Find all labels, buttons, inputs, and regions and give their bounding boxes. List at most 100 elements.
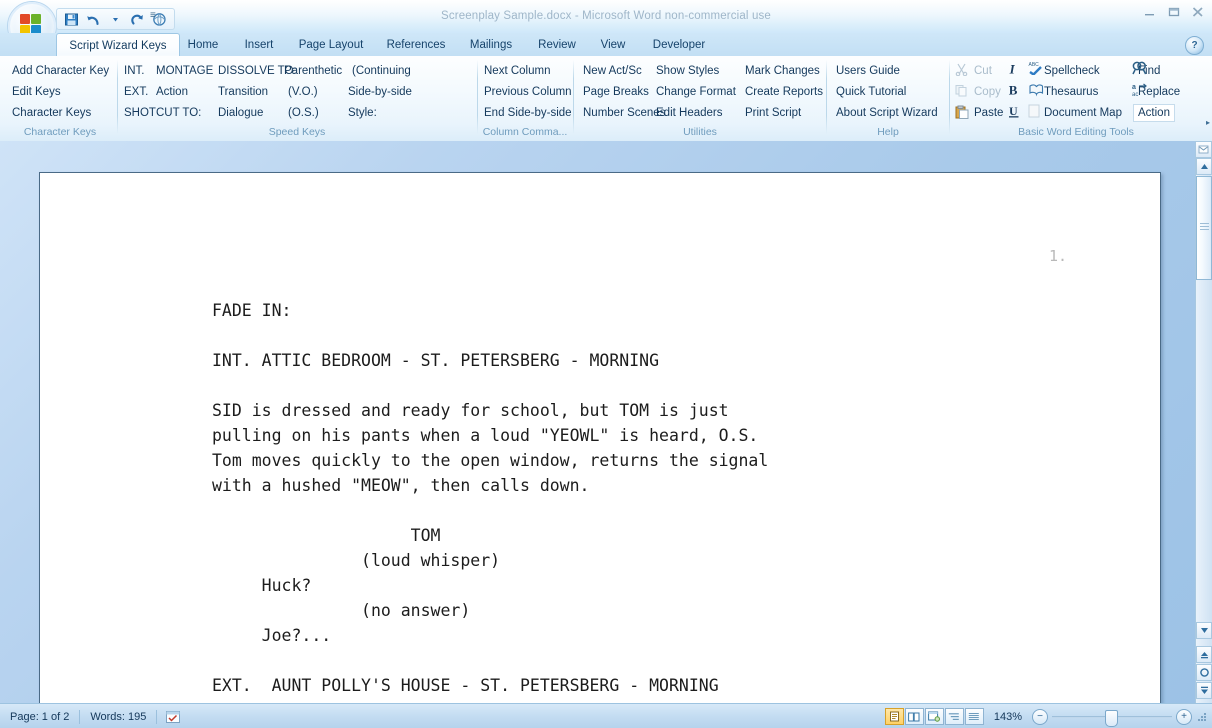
scroll-top-ruler-button[interactable] <box>1195 141 1212 158</box>
status-word-count[interactable]: Words: 195 <box>80 711 156 723</box>
ribbon-scroll-right-icon[interactable]: ▸ <box>1206 118 1210 127</box>
ribbon-command-page-breaks[interactable]: Page Breaks <box>581 84 651 100</box>
ribbon-command-edit-headers[interactable]: Edit Headers <box>654 105 724 121</box>
tab-script-wizard-keys[interactable]: Script Wizard Keys <box>56 33 180 57</box>
undo-icon[interactable] <box>85 11 102 28</box>
help-button[interactable]: ? <box>1185 36 1204 55</box>
scroll-down-button[interactable] <box>1196 622 1212 639</box>
ribbon-command-users-guide[interactable]: Users Guide <box>834 63 902 79</box>
ribbon-command-parenthetic[interactable]: Parenthetic <box>282 63 344 79</box>
ribbon-command-continuing[interactable]: (Continuing <box>350 63 413 79</box>
underline-icon[interactable]: U <box>1008 104 1020 122</box>
ribbon-command-print-script[interactable]: Print Script <box>743 105 803 121</box>
close-button[interactable] <box>1190 5 1206 19</box>
cut-icon[interactable] <box>955 63 968 79</box>
spellcheck-icon[interactable]: ABC <box>1028 61 1044 78</box>
ribbon-command-change-format[interactable]: Change Format <box>654 84 738 100</box>
scroll-up-button[interactable] <box>1196 158 1212 175</box>
ribbon-command-next-column[interactable]: Next Column <box>482 63 552 79</box>
scrollbar-thumb[interactable] <box>1196 176 1212 280</box>
zoom-slider-handle[interactable] <box>1105 709 1118 727</box>
ribbon-group-speed-keys: INT. MONTAGE DISSOLVE TO: Parenthetic (Conti… <box>118 58 476 139</box>
italic-icon[interactable]: I <box>1008 62 1018 79</box>
document-map-icon[interactable] <box>1028 104 1041 121</box>
web-layout-view-button[interactable] <box>924 708 944 725</box>
svg-text:U: U <box>1009 104 1018 118</box>
ribbon-command-v-o[interactable]: (V.O.) <box>286 84 320 100</box>
ribbon-command-ext[interactable]: EXT. <box>122 84 150 100</box>
ribbon-command-document-map[interactable]: Document Map <box>1042 105 1124 121</box>
ribbon-group-basic-word-editing-tools: Cut Copy Paste Spellcheck Thesaurus Document … <box>950 58 1202 139</box>
ribbon-command-show-styles[interactable]: Show Styles <box>654 63 721 79</box>
minimize-button[interactable] <box>1142 5 1158 19</box>
ribbon-group-label-character-keys: Character Keys <box>23 126 97 138</box>
ribbon-command-dialogue[interactable]: Dialogue <box>216 105 265 121</box>
svg-text:ABC: ABC <box>1029 62 1040 68</box>
status-page-indicator[interactable]: Page: 1 of 2 <box>0 711 79 723</box>
ribbon-command-character-keys[interactable]: Character Keys <box>10 105 93 121</box>
ribbon-group-label-column-commands: Column Comma... <box>482 126 568 138</box>
ribbon-command-paste[interactable]: Paste <box>972 105 1005 121</box>
ribbon-command-about-script-wizard[interactable]: About Script Wizard <box>834 105 940 121</box>
zoom-in-button[interactable]: + <box>1176 708 1192 725</box>
screenplay-text[interactable]: FADE IN: INT. ATTIC BEDROOM - ST. PETERS… <box>212 298 768 698</box>
ribbon-command-mark-changes[interactable]: Mark Changes <box>743 63 822 79</box>
ribbon-group-separator <box>826 60 827 134</box>
restore-button[interactable] <box>1166 5 1182 19</box>
outline-view-button[interactable] <box>944 708 964 725</box>
ribbon-command-cut-to[interactable]: CUT TO: <box>154 105 203 121</box>
quick-access-toolbar <box>56 8 175 30</box>
copy-icon[interactable] <box>955 84 968 100</box>
ribbon-command-add-character-key[interactable]: Add Character Key <box>10 63 111 79</box>
ribbon-command-style[interactable]: Style: <box>346 105 379 121</box>
ribbon-command-o-s[interactable]: (O.S.) <box>286 105 321 121</box>
ribbon-command-quick-tutorial[interactable]: Quick Tutorial <box>834 84 908 100</box>
ribbon-command-int[interactable]: INT. <box>122 63 146 79</box>
next-page-button[interactable] <box>1196 682 1212 699</box>
select-browse-object-button[interactable] <box>1196 664 1212 681</box>
save-icon[interactable] <box>63 11 80 28</box>
ribbon-group-character-keys: Add Character Key Edit Keys Character Keys… <box>4 58 116 139</box>
ribbon-command-copy: Copy <box>974 86 1001 98</box>
ribbon-command-action[interactable]: Action <box>154 84 190 100</box>
ribbon-command-previous-column[interactable]: Previous Column <box>482 84 574 100</box>
thesaurus-icon[interactable] <box>1028 83 1044 100</box>
full-screen-reading-view-button[interactable] <box>904 708 924 725</box>
ribbon-group-label-basic-word-editing-tools: Basic Word Editing Tools <box>1018 126 1134 138</box>
tab-page-layout[interactable]: Page Layout <box>280 33 382 56</box>
customize-quick-access-toolbar-icon[interactable]: ≡ <box>150 10 156 21</box>
find-icon[interactable] <box>1132 61 1147 78</box>
undo-dropdown-icon[interactable] <box>107 11 124 28</box>
replace-icon[interactable]: a ac <box>1132 83 1148 100</box>
ribbon-command-thesaurus[interactable]: Thesaurus <box>1042 84 1100 100</box>
zoom-level-label[interactable]: 143% <box>988 711 1028 723</box>
ribbon-command-side-by-side[interactable]: Side-by-side <box>346 84 414 100</box>
status-bar: Page: 1 of 2 Words: 195 143% − + <box>0 703 1212 728</box>
ribbon-command-action[interactable]: Action <box>1133 104 1175 122</box>
ribbon-command-edit-keys[interactable]: Edit Keys <box>10 84 63 100</box>
svg-text:I: I <box>1009 62 1016 76</box>
previous-page-button[interactable] <box>1196 646 1212 663</box>
zoom-out-button[interactable]: − <box>1032 708 1048 725</box>
ribbon-command-transition[interactable]: Transition <box>216 84 270 100</box>
ribbon-command-montage[interactable]: MONTAGE <box>154 63 215 79</box>
document-page[interactable]: 1. FADE IN: INT. ATTIC BEDROOM - ST. PET… <box>39 172 1161 705</box>
vertical-scrollbar[interactable] <box>1195 158 1212 703</box>
ribbon-command-new-act-sc[interactable]: New Act/Sc <box>581 63 644 79</box>
bold-icon[interactable]: B <box>1008 83 1019 100</box>
ribbon-command-spellcheck[interactable]: Spellcheck <box>1042 63 1102 79</box>
ribbon-command-shot[interactable]: SHOT <box>122 105 158 121</box>
ribbon-command-end-side-by-side[interactable]: End Side-by-side <box>482 105 574 121</box>
ribbon-command-create-reports[interactable]: Create Reports <box>743 84 825 100</box>
ribbon-group-help: Users Guide Quick Tutorial About Script Wi… <box>828 58 948 139</box>
window-resize-grip[interactable] <box>1196 711 1208 723</box>
redo-icon[interactable] <box>129 11 146 28</box>
ribbon-group-separator <box>573 60 574 134</box>
proofing-errors-icon[interactable] <box>157 710 189 724</box>
draft-view-button[interactable] <box>964 708 984 725</box>
paste-icon[interactable] <box>955 105 969 122</box>
scrollbar-grip-icon <box>1200 223 1209 230</box>
zoom-slider[interactable] <box>1052 709 1172 727</box>
print-layout-view-button[interactable] <box>884 708 904 725</box>
tab-developer[interactable]: Developer <box>632 33 726 56</box>
